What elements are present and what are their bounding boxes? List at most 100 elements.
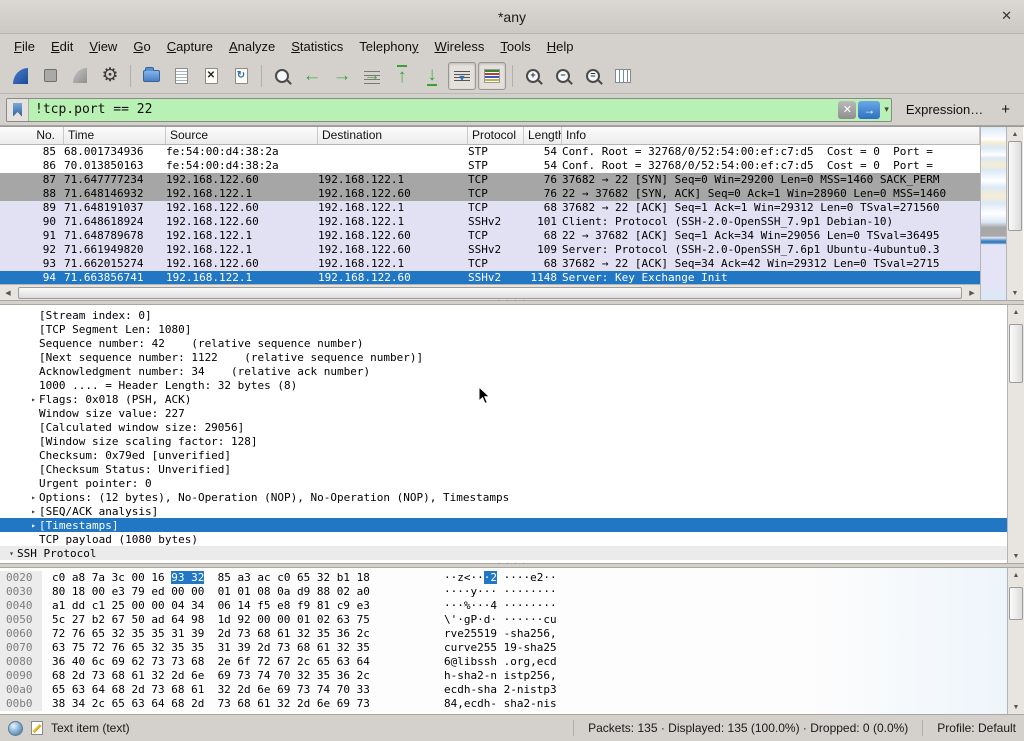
detail-line[interactable]: ▸ [Timestamps]: [0, 518, 1007, 532]
scroll-down-icon[interactable]: [1008, 549, 1024, 563]
reload-file-button[interactable]: ↻: [227, 62, 255, 90]
open-file-button[interactable]: [137, 62, 165, 90]
detail-line[interactable]: [Stream index: 0]: [0, 308, 1007, 322]
capture-comment-icon[interactable]: [31, 721, 43, 735]
column-source[interactable]: Source: [166, 127, 318, 144]
column-length[interactable]: Length: [524, 127, 562, 144]
scroll-down-icon[interactable]: [1008, 700, 1024, 714]
hex-row[interactable]: 0080 36 40 6c 69 62 73 73 68 2e 6f 72 67…: [0, 655, 1007, 669]
packet-list-header[interactable]: No. Time Source Destination Protocol Len…: [0, 127, 980, 145]
restart-capture-button[interactable]: [66, 62, 94, 90]
column-info[interactable]: Info: [562, 127, 980, 144]
detail-line[interactable]: Checksum: 0x79ed [unverified]: [0, 448, 1007, 462]
expand-arrow-icon[interactable]: ▸: [28, 395, 39, 404]
menu-item[interactable]: Analyze: [221, 37, 283, 56]
zoom-in-button[interactable]: +: [519, 62, 547, 90]
detail-line[interactable]: [TCP Segment Len: 1080]: [0, 322, 1007, 336]
packet-row[interactable]: 94 71.663856741 192.168.122.1 192.168.12…: [0, 271, 980, 284]
menu-item[interactable]: Capture: [159, 37, 221, 56]
detail-line[interactable]: ▸ Options: (12 bytes), No-Operation (NOP…: [0, 490, 1007, 504]
zoom-original-button[interactable]: =: [579, 62, 607, 90]
menu-item[interactable]: Wireless: [427, 37, 493, 56]
detail-line[interactable]: [Next sequence number: 1122 (relative se…: [0, 350, 1007, 364]
hex-row[interactable]: 0090 68 2d 73 68 61 32 2d 6e 69 73 74 70…: [0, 669, 1007, 683]
filter-history-caret-icon[interactable]: ▾: [882, 104, 891, 115]
filter-clear-icon[interactable]: ✕: [838, 101, 856, 119]
packet-row[interactable]: 92 71.661949820 192.168.122.1 192.168.12…: [0, 243, 980, 257]
menu-item[interactable]: Statistics: [283, 37, 351, 56]
go-forward-button[interactable]: →: [328, 62, 356, 90]
hex-row[interactable]: 00a0 65 63 64 68 2d 73 68 61 32 2d 6e 69…: [0, 683, 1007, 697]
expert-info-icon[interactable]: [8, 721, 23, 736]
menu-item[interactable]: Telephony: [351, 37, 426, 56]
auto-scroll-button[interactable]: ▼: [448, 62, 476, 90]
pane-splitter[interactable]: [0, 563, 1024, 568]
menu-item[interactable]: File: [6, 37, 43, 56]
packet-list-hscrollbar[interactable]: [0, 284, 980, 300]
menu-item[interactable]: Edit: [43, 37, 81, 56]
detail-line[interactable]: [Checksum Status: Unverified]: [0, 462, 1007, 476]
packet-row[interactable]: 91 71.648789678 192.168.122.1 192.168.12…: [0, 229, 980, 243]
hex-row[interactable]: 00b0 38 34 2c 65 63 64 68 2d 73 68 61 32…: [0, 697, 1007, 711]
menu-item[interactable]: View: [81, 37, 125, 56]
hex-row[interactable]: 0060 72 76 65 32 35 35 31 39 2d 73 68 61…: [0, 627, 1007, 641]
resize-columns-button[interactable]: [609, 62, 637, 90]
hex-row[interactable]: 0030 80 18 00 e3 79 ed 00 00 01 01 08 0a…: [0, 585, 1007, 599]
detail-line[interactable]: Urgent pointer: 0: [0, 476, 1007, 490]
expression-button[interactable]: Expression…: [898, 102, 991, 117]
detail-line[interactable]: ▸ [SEQ/ACK analysis]: [0, 504, 1007, 518]
bytes-vscrollbar[interactable]: [1007, 568, 1024, 714]
go-first-packet-button[interactable]: ↑: [388, 62, 416, 90]
column-time[interactable]: Time: [64, 127, 166, 144]
start-capture-button[interactable]: [6, 62, 34, 90]
hscroll-thumb[interactable]: [18, 287, 962, 299]
filter-apply-icon[interactable]: →: [858, 101, 880, 119]
detail-line[interactable]: TCP payload (1080 bytes): [0, 532, 1007, 546]
scroll-right-icon[interactable]: [964, 286, 980, 300]
hex-row[interactable]: 0050 5c 27 b2 67 50 ad 64 98 1d 92 00 00…: [0, 613, 1007, 627]
pane-splitter[interactable]: [0, 300, 1024, 305]
detail-line[interactable]: [Calculated window size: 29056]: [0, 420, 1007, 434]
scroll-up-icon[interactable]: [1008, 305, 1024, 319]
expand-arrow-icon[interactable]: ▾: [6, 549, 17, 558]
display-filter-field[interactable]: ✕ → ▾: [6, 98, 892, 122]
zoom-out-button[interactable]: −: [549, 62, 577, 90]
column-destination[interactable]: Destination: [318, 127, 468, 144]
save-file-button[interactable]: [167, 62, 195, 90]
column-no[interactable]: No.: [0, 127, 64, 144]
column-protocol[interactable]: Protocol: [468, 127, 524, 144]
hex-row[interactable]: 0070 63 75 72 76 65 32 35 35 31 39 2d 73…: [0, 641, 1007, 655]
find-packet-button[interactable]: [268, 62, 296, 90]
detail-line[interactable]: [Window size scaling factor: 128]: [0, 434, 1007, 448]
menu-item[interactable]: Help: [539, 37, 582, 56]
packet-row[interactable]: 87 71.647777234 192.168.122.60 192.168.1…: [0, 173, 980, 187]
vscroll-thumb[interactable]: [1009, 587, 1023, 620]
scroll-up-icon[interactable]: [1007, 127, 1023, 141]
detail-line[interactable]: ▸ Flags: 0x018 (PSH, ACK): [0, 392, 1007, 406]
filter-add-button[interactable]: +: [997, 101, 1018, 118]
expand-arrow-icon[interactable]: ▸: [28, 507, 39, 516]
hex-row[interactable]: 0020 c0 a8 7a 3c 00 16 93 32 85 a3 ac c0…: [0, 571, 1007, 585]
details-vscrollbar[interactable]: [1007, 305, 1024, 563]
display-filter-input[interactable]: [29, 102, 838, 117]
detail-line[interactable]: Sequence number: 42 (relative sequence n…: [0, 336, 1007, 350]
vscroll-thumb[interactable]: [1009, 324, 1023, 384]
packet-list-vscrollbar[interactable]: [1006, 127, 1023, 300]
scroll-up-icon[interactable]: [1008, 568, 1024, 582]
packet-row[interactable]: 93 71.662015274 192.168.122.60 192.168.1…: [0, 257, 980, 271]
detail-line[interactable]: 1000 .... = Header Length: 32 bytes (8): [0, 378, 1007, 392]
menu-item[interactable]: Go: [125, 37, 158, 56]
expand-arrow-icon[interactable]: ▸: [28, 521, 39, 530]
filter-bookmark-button[interactable]: [7, 99, 29, 121]
packet-row[interactable]: 89 71.648191037 192.168.122.60 192.168.1…: [0, 201, 980, 215]
detail-line[interactable]: Window size value: 227: [0, 406, 1007, 420]
capture-options-button[interactable]: ⚙: [96, 62, 124, 90]
hex-row[interactable]: 0040 a1 dd c1 25 00 00 04 34 06 14 f5 e8…: [0, 599, 1007, 613]
intelligent-scrollbar[interactable]: [980, 127, 1006, 300]
packet-row[interactable]: 86 70.013850163 fe:54:00:d4:38:2a STP 54…: [0, 159, 980, 173]
scroll-down-icon[interactable]: [1007, 286, 1023, 300]
expand-arrow-icon[interactable]: ▸: [28, 493, 39, 502]
detail-line[interactable]: Acknowledgment number: 34 (relative ack …: [0, 364, 1007, 378]
go-last-packet-button[interactable]: ↓: [418, 62, 446, 90]
packet-row[interactable]: 88 71.648146932 192.168.122.1 192.168.12…: [0, 187, 980, 201]
